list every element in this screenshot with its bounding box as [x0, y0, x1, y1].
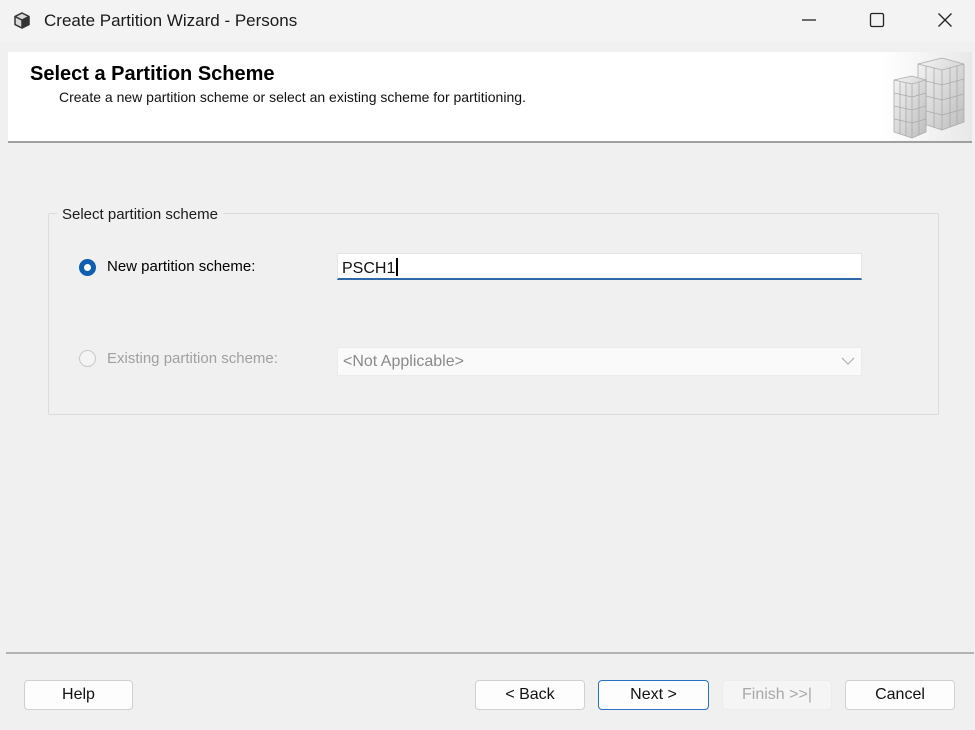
text-caret [396, 258, 398, 276]
maximize-icon [869, 12, 885, 28]
cube-icon [14, 12, 30, 29]
maximize-button[interactable] [843, 0, 911, 40]
partition-scheme-group: Select partition scheme [48, 206, 939, 415]
page-subtitle: Create a new partition scheme or select … [59, 89, 526, 105]
minimize-button[interactable] [775, 0, 843, 40]
page-title: Select a Partition Scheme [30, 63, 275, 85]
chevron-down-icon [841, 357, 855, 365]
existing-scheme-label[interactable]: Existing partition scheme: [107, 350, 278, 367]
help-button[interactable]: Help [24, 680, 133, 710]
existing-scheme-dropdown[interactable]: <Not Applicable> [337, 347, 862, 376]
new-scheme-label[interactable]: New partition scheme: [107, 258, 255, 275]
existing-scheme-radio[interactable] [79, 350, 96, 367]
close-icon [938, 13, 952, 27]
group-legend: Select partition scheme [57, 206, 223, 223]
existing-scheme-value: <Not Applicable> [343, 353, 464, 370]
new-scheme-name-value: PSCH1 [342, 260, 396, 277]
minimize-icon [802, 19, 816, 21]
partition-cubes-icon [893, 57, 965, 139]
wizard-header: Select a Partition Scheme Create a new p… [8, 52, 972, 143]
cancel-button[interactable]: Cancel [845, 680, 955, 710]
window-title: Create Partition Wizard - Persons [44, 11, 298, 30]
back-button[interactable]: < Back [475, 680, 585, 710]
next-button[interactable]: Next > [598, 680, 709, 710]
new-scheme-radio[interactable] [79, 259, 96, 276]
header-art [882, 52, 972, 141]
new-scheme-name-input[interactable]: PSCH1 [337, 253, 862, 280]
close-button[interactable] [911, 0, 975, 40]
title-bar: Create Partition Wizard - Persons [0, 0, 975, 42]
footer-separator [6, 652, 974, 654]
finish-button[interactable]: Finish >>| [722, 680, 832, 710]
